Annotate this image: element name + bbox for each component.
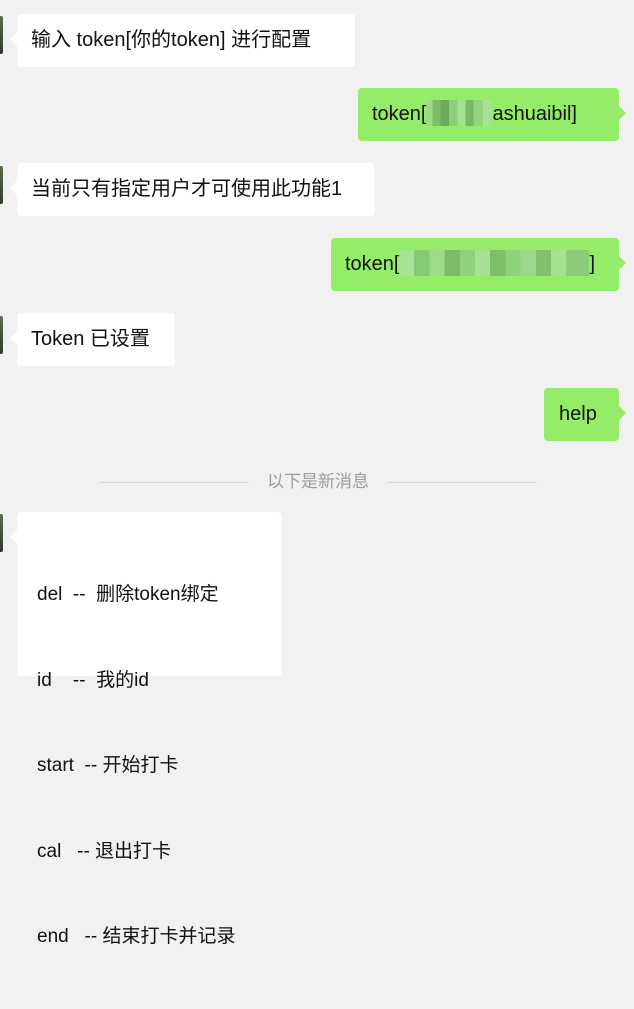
chat-window: 输入 token[你的token] 进行配置 token[ashuaibil] …: [0, 0, 634, 947]
outgoing-message-bubble[interactable]: help: [544, 388, 626, 441]
new-messages-divider: 以下是新消息: [99, 466, 537, 496]
message-text: Token 已设置: [31, 328, 150, 350]
incoming-message-bubble[interactable]: 输入 token[你的token] 进行配置: [10, 14, 355, 67]
redaction-mosaic: [426, 99, 493, 126]
contact-avatar[interactable]: [0, 316, 3, 354]
help-line-start: start -- 开始打卡: [37, 755, 179, 776]
outgoing-message-bubble[interactable]: token[ ashuaibil]: [358, 88, 626, 141]
outgoing-message-bubble[interactable]: token[]: [331, 238, 626, 291]
contact-avatar[interactable]: [0, 514, 3, 552]
incoming-message-bubble[interactable]: Token 已设置: [10, 313, 175, 366]
message-text: 输入 token[你的token] 进行配置: [31, 29, 312, 51]
help-line-end: end -- 结束打卡并记录: [37, 926, 236, 947]
incoming-message-bubble[interactable]: del -- 删除token绑定 id -- 我的id start -- 开始打…: [10, 512, 282, 947]
message-text: help: [559, 403, 597, 425]
message-text-prefix: token[: [345, 253, 400, 275]
message-text-suffix: ]: [589, 253, 596, 275]
incoming-message-bubble[interactable]: 当前只有指定用户才可使用此功能1: [10, 163, 375, 216]
message-text-suffix: ashuaibil]: [492, 103, 577, 125]
help-line-del: del -- 删除token绑定: [37, 584, 219, 605]
contact-avatar[interactable]: [0, 16, 3, 54]
help-line-id: id -- 我的id: [37, 669, 149, 691]
redaction-mosaic: [399, 249, 590, 276]
message-text-prefix: token[: [372, 103, 427, 125]
contact-avatar[interactable]: [0, 166, 3, 204]
divider-line-right: [387, 482, 537, 483]
help-line-cal: cal -- 退出打卡: [37, 840, 172, 862]
message-text: 当前只有指定用户才可使用此功能1: [31, 178, 343, 200]
